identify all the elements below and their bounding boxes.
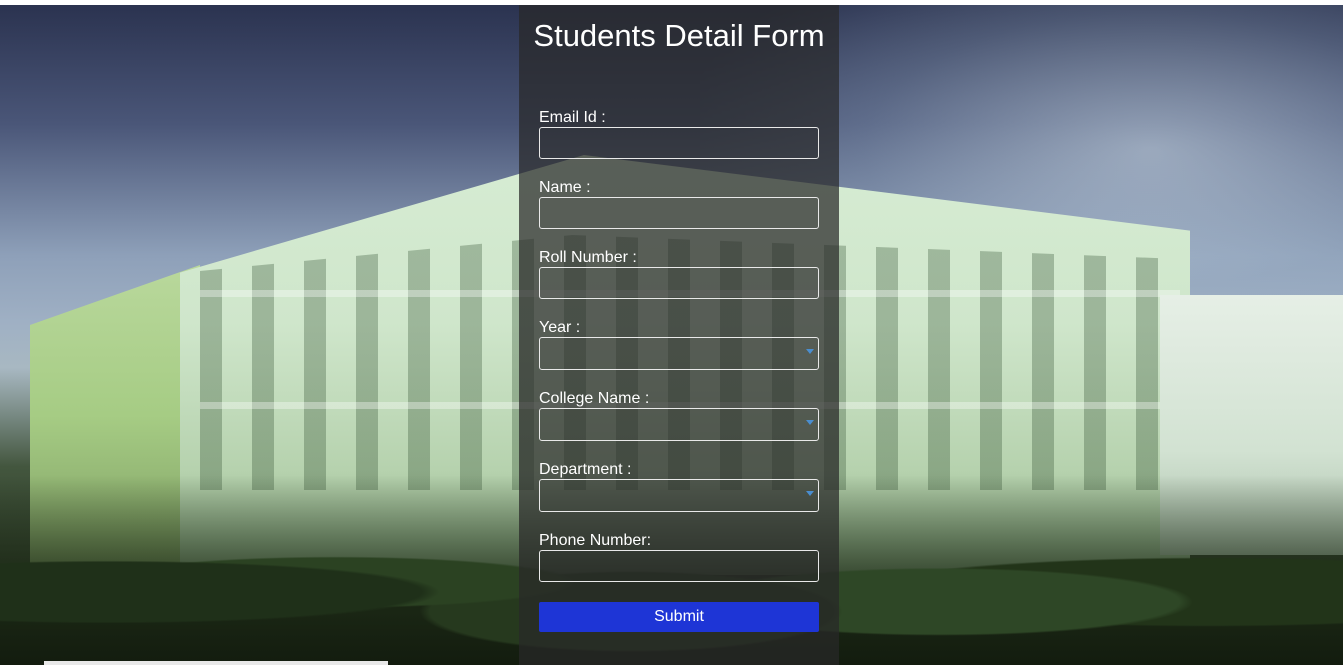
college-name-select[interactable] [539, 408, 819, 441]
year-select-box[interactable] [539, 337, 819, 370]
year-select[interactable] [539, 337, 819, 370]
chevron-down-icon[interactable] [806, 349, 814, 354]
department-label: Department : [539, 461, 632, 478]
email-label: Email Id : [539, 109, 606, 126]
form-title: Students Detail Form [533, 18, 825, 53]
chevron-down-icon[interactable] [806, 491, 814, 496]
roll-number-label: Roll Number : [539, 249, 637, 266]
department-select[interactable] [539, 479, 819, 512]
roll-number-field[interactable] [539, 267, 819, 299]
name-label: Name : [539, 179, 591, 196]
students-detail-form: Students Detail Form Email Id : Name : R… [519, 5, 839, 665]
phone-number-field[interactable] [539, 550, 819, 582]
year-label: Year : [539, 319, 581, 336]
name-field[interactable] [539, 197, 819, 229]
bottom-scrollbar[interactable] [44, 661, 388, 665]
chevron-down-icon[interactable] [806, 420, 814, 425]
department-select-box[interactable] [539, 479, 819, 512]
college-name-label: College Name : [539, 390, 650, 407]
submit-button[interactable]: Submit [539, 602, 819, 632]
phone-number-label: Phone Number: [539, 532, 652, 549]
college-name-select-box[interactable] [539, 408, 819, 441]
email-field[interactable] [539, 127, 819, 159]
